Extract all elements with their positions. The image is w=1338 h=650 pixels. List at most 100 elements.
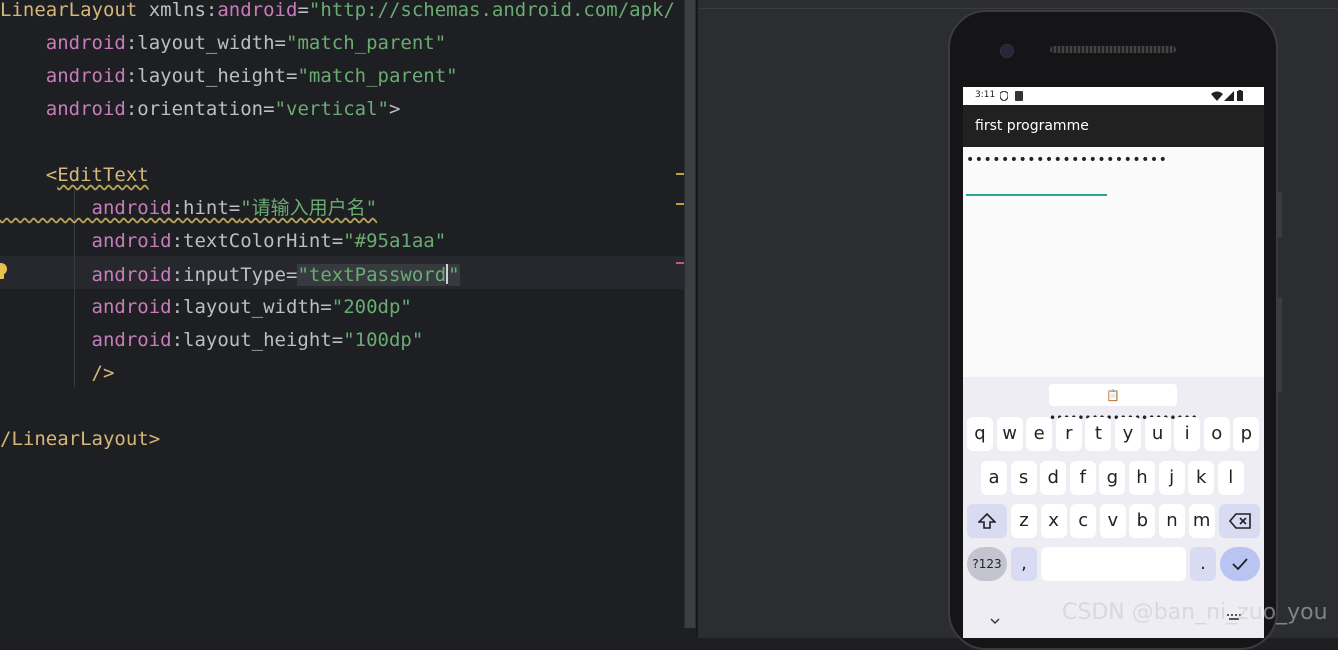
code-token: :layout_width= <box>171 296 332 318</box>
wifi-icon <box>1211 91 1223 101</box>
code-token: "100dp" <box>343 329 424 351</box>
code-token: " <box>448 264 460 286</box>
key-b[interactable]: b <box>1129 504 1156 538</box>
code-line[interactable]: android:hint="请输入用户名" <box>0 197 378 231</box>
code-token: "match_parent" <box>286 32 447 54</box>
code-editor[interactable]: LinearLayout xmlns:android="http://schem… <box>0 0 684 638</box>
period-key[interactable]: . <box>1190 547 1216 581</box>
key-x[interactable]: x <box>1040 504 1067 538</box>
code-token: android <box>0 329 172 351</box>
code-token: > <box>388 98 401 120</box>
warning-marker[interactable] <box>676 203 684 205</box>
code-token: android <box>0 230 172 252</box>
key-d[interactable]: d <box>1040 461 1067 495</box>
error-marker[interactable] <box>676 262 684 264</box>
shift-key[interactable] <box>967 504 1007 538</box>
key-c[interactable]: c <box>1070 504 1097 538</box>
key-m[interactable]: m <box>1188 504 1215 538</box>
code-token: "textPassword <box>297 264 447 286</box>
code-token: :layout_height= <box>125 65 298 87</box>
key-y[interactable]: y <box>1115 417 1141 451</box>
code-token: /LinearLayout> <box>0 428 161 450</box>
key-t[interactable]: t <box>1085 417 1112 451</box>
code-line[interactable]: android:orientation="vertical"> <box>0 98 401 132</box>
volume-button <box>1278 297 1282 393</box>
code-token: :inputType= <box>171 264 298 286</box>
status-time: 3:11 <box>975 90 996 100</box>
scrollbar-thumb[interactable] <box>685 0 695 628</box>
code-token: "#95a1aa" <box>343 230 447 252</box>
key-s[interactable]: s <box>1010 461 1037 495</box>
code-line[interactable]: android:layout_width="200dp" <box>0 297 412 330</box>
key-u[interactable]: u <box>1144 417 1171 451</box>
code-token: :layout_height= <box>171 329 344 351</box>
code-line[interactable]: LinearLayout xmlns:android="http://schem… <box>0 0 675 33</box>
key-v[interactable]: v <box>1099 504 1126 538</box>
code-line[interactable]: <EditText <box>0 165 149 198</box>
code-token: :textColorHint= <box>171 230 344 252</box>
key-z[interactable]: z <box>1011 504 1037 538</box>
code-token: android <box>0 197 172 219</box>
enter-key[interactable] <box>1220 547 1260 581</box>
code-token: = <box>297 0 309 21</box>
watermark: CSDN @ban_ni_zuo_you <box>1062 600 1328 625</box>
key-k[interactable]: k <box>1188 461 1215 495</box>
key-r[interactable]: r <box>1055 417 1082 451</box>
app-title: first programme <box>975 118 1089 134</box>
key-i[interactable]: i <box>1174 417 1201 451</box>
soft-keyboard: 📋 ••••••••••••••••••••• qwertyuiop asdfg… <box>963 377 1264 638</box>
key-e[interactable]: e <box>1026 417 1053 451</box>
code-token: "200dp" <box>331 296 412 318</box>
symbols-key[interactable]: ?123 <box>967 547 1007 581</box>
code-token: "http://schemas.android.com/apk/ <box>308 0 675 21</box>
key-p[interactable]: p <box>1233 417 1260 451</box>
key-w[interactable]: w <box>996 417 1023 451</box>
space-key[interactable] <box>1041 547 1186 581</box>
code-token: < <box>0 164 58 186</box>
lightbulb-icon[interactable] <box>0 262 9 282</box>
shift-icon <box>977 512 997 529</box>
backspace-icon <box>1228 513 1251 529</box>
warning-marker[interactable] <box>676 173 684 175</box>
comma-key[interactable]: , <box>1011 547 1037 581</box>
key-o[interactable]: o <box>1203 417 1230 451</box>
speaker-grille <box>1050 46 1176 53</box>
editor-scrollbar[interactable] <box>684 0 696 628</box>
code-line[interactable]: /LinearLayout> <box>0 429 160 462</box>
shield-icon <box>1000 91 1008 101</box>
check-icon <box>1232 558 1248 571</box>
code-token: android <box>0 98 126 120</box>
key-j[interactable]: j <box>1158 461 1185 495</box>
code-line[interactable]: android:layout_height="match_parent" <box>0 66 458 99</box>
key-g[interactable]: g <box>1099 461 1126 495</box>
chevron-down-icon[interactable] <box>990 618 1000 625</box>
code-line[interactable]: android:inputType="textPassword " <box>0 264 460 297</box>
key-q[interactable]: q <box>967 417 993 451</box>
code-line[interactable]: android:layout_width="match_parent" <box>0 33 446 66</box>
clipboard-suggestion[interactable]: 📋 ••••••••••••••••••••• <box>1049 384 1198 425</box>
backspace-key[interactable] <box>1219 504 1260 538</box>
password-field-underline <box>966 194 1107 196</box>
key-n[interactable]: n <box>1159 504 1185 538</box>
code-token: :orientation= <box>125 98 275 120</box>
key-f[interactable]: f <box>1069 461 1096 495</box>
code-token: "vertical" <box>274 98 389 120</box>
signal-icon <box>1224 91 1234 101</box>
password-field[interactable]: ••••••••••••••••••••••• <box>966 153 1167 167</box>
code-line[interactable]: /> <box>0 363 115 396</box>
code-token: android <box>217 0 298 21</box>
sim-icon <box>1015 91 1023 101</box>
app-bar: first programme <box>963 105 1264 147</box>
code-token: EditText <box>57 164 149 186</box>
code-token: "match_parent" <box>297 65 458 87</box>
battery-icon <box>1237 90 1243 101</box>
preview-toolbar-line <box>698 8 1338 9</box>
key-h[interactable]: h <box>1129 461 1155 495</box>
key-a[interactable]: a <box>981 461 1007 495</box>
key-l[interactable]: l <box>1217 461 1244 495</box>
power-button <box>1278 192 1282 238</box>
code-line[interactable]: android:layout_height="100dp" <box>0 329 424 363</box>
code-line[interactable]: android:textColorHint="#95a1aa" <box>0 230 447 264</box>
status-bar: 3:11 <box>963 87 1264 105</box>
code-token: :hint= <box>171 197 241 219</box>
